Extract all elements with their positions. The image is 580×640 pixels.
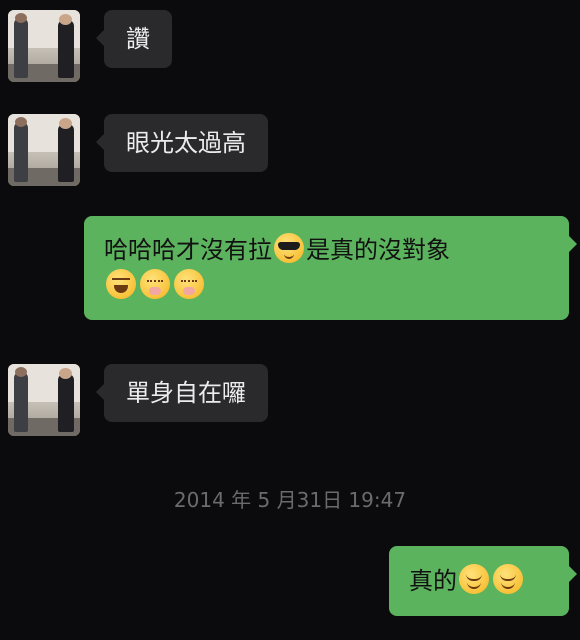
message-text: 讚 xyxy=(126,25,150,53)
message-line xyxy=(104,268,549,304)
message-text: 哈哈哈才沒有拉 xyxy=(104,236,272,264)
shy-emoji-icon xyxy=(174,269,204,299)
contact-avatar[interactable] xyxy=(8,10,80,82)
chat-timestamp: 2014 年 5 月31日 19:47 xyxy=(173,488,407,512)
message-text: 真的 xyxy=(409,567,457,595)
outgoing-message-bubble[interactable]: 真的 xyxy=(389,546,577,616)
contact-avatar[interactable] xyxy=(8,114,80,186)
incoming-message-bubble[interactable]: 眼光太過高 xyxy=(96,114,268,172)
outgoing-message-bubble[interactable]: 哈哈哈才沒有拉 是真的沒對象 xyxy=(84,216,577,320)
shy-emoji-icon xyxy=(140,269,170,299)
message-text: 是真的沒對象 xyxy=(306,236,450,264)
incoming-message-bubble[interactable]: 單身自在囉 xyxy=(96,364,268,422)
message-text: 單身自在囉 xyxy=(126,379,246,407)
smile-emoji-icon xyxy=(459,564,489,594)
contact-avatar[interactable] xyxy=(8,364,80,436)
laugh-emoji-icon xyxy=(106,269,136,299)
message-row: 眼光太過高 xyxy=(0,112,580,192)
message-row: 讚 xyxy=(0,8,580,88)
message-line: 哈哈哈才沒有拉 是真的沒對象 xyxy=(104,232,549,268)
smile-emoji-icon xyxy=(493,564,523,594)
message-text: 眼光太過高 xyxy=(126,129,246,157)
incoming-message-bubble[interactable]: 讚 xyxy=(96,10,172,68)
message-row: 單身自在囉 xyxy=(0,362,580,442)
cool-emoji-icon xyxy=(274,233,304,263)
